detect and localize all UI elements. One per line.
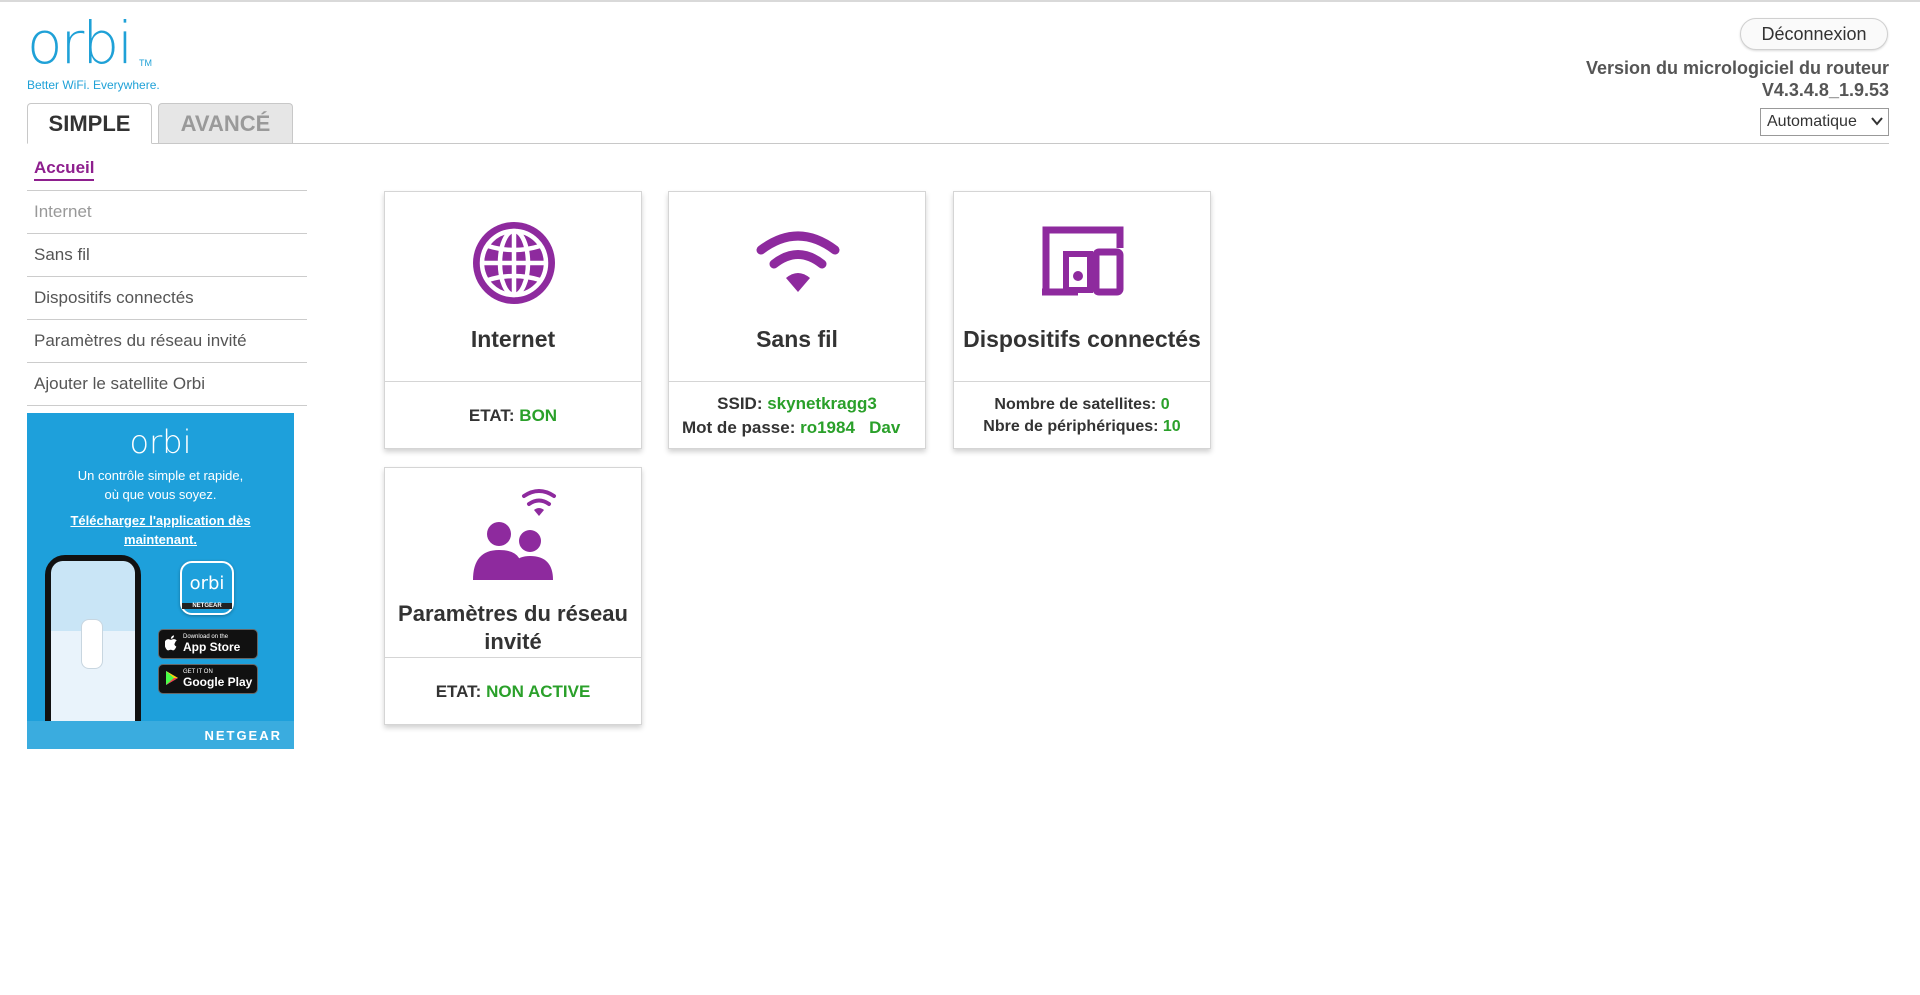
wifi-icon (753, 218, 843, 308)
card-status: ETAT: NON ACTIVE (385, 659, 641, 724)
google-play-label: Google Play (183, 675, 253, 689)
connected-devices-card[interactable]: Dispositifs connectés Nombre de satellit… (953, 191, 1211, 449)
globe-icon (469, 218, 559, 308)
promo-download-link[interactable]: Téléchargez l'application dès maintenant… (57, 511, 264, 549)
tab-advanced[interactable]: AVANCÉ (158, 103, 293, 143)
card-title-line: invité (484, 629, 542, 654)
top-border (0, 0, 1920, 2)
sidebar-nav: Accueil Internet Sans fil Dispositifs co… (27, 148, 307, 406)
mode-tabs: SIMPLE AVANCÉ (27, 103, 293, 144)
promo-text-line: où que vous soyez. (104, 487, 217, 502)
orbi-app-icon: orbi NETGEAR (180, 561, 234, 615)
language-select[interactable]: Automatique (1760, 108, 1889, 136)
satellites-value: 0 (1160, 395, 1170, 413)
sidebar-item-label: Ajouter le satellite Orbi (34, 374, 206, 393)
language-select-value: Automatique (1767, 113, 1857, 130)
status-row: ETAT: NON ACTIVE (436, 682, 591, 702)
wireless-card[interactable]: Sans fil SSID: skynetkragg3 Mot de passe… (668, 191, 926, 449)
play-store-icon (165, 670, 179, 689)
status-value: NON ACTIVE (486, 681, 591, 701)
card-status: Nombre de satellites: 0 Nbre de périphér… (954, 383, 1210, 448)
devices-label: Nbre de périphériques: (983, 417, 1159, 435)
logout-button[interactable]: Déconnexion (1740, 18, 1888, 50)
card-status: ETAT: BON (385, 383, 641, 448)
sidebar-item-guest-network[interactable]: Paramètres du réseau invité (27, 320, 307, 363)
guest-network-icon (469, 486, 559, 580)
password-row: Mot de passe: ro1984 Dav (682, 418, 912, 438)
card-status: SSID: skynetkragg3 Mot de passe: ro1984 … (669, 383, 925, 448)
status-value: BON (519, 405, 558, 425)
password-label: Mot de passe: (682, 417, 796, 437)
tab-divider (27, 143, 1889, 144)
internet-card[interactable]: Internet ETAT: BON (384, 191, 642, 449)
sidebar-item-wireless[interactable]: Sans fil (27, 234, 307, 277)
apple-icon (164, 634, 179, 654)
satellites-row: Nombre de satellites: 0 (994, 396, 1169, 414)
sidebar-item-label: Dispositifs connectés (34, 288, 194, 307)
logo-tagline: Better WiFi. Everywhere. (27, 78, 160, 92)
netgear-brand: NETGEAR (204, 728, 282, 743)
sidebar-item-label: Paramètres du réseau invité (34, 331, 247, 350)
app-store-button[interactable]: Download on the App Store (158, 629, 258, 659)
status-label: ETAT: (468, 405, 515, 425)
tab-simple[interactable]: SIMPLE (27, 103, 152, 144)
sidebar-item-connected-devices[interactable]: Dispositifs connectés (27, 277, 307, 320)
ssid-value: skynetkragg3 (767, 393, 877, 413)
ssid-label: SSID: (717, 393, 763, 413)
card-title: Paramètres du réseau invité (385, 600, 641, 656)
status-row: ETAT: BON (469, 406, 557, 426)
promo-logo: orbi (129, 423, 192, 461)
devices-value: 10 (1162, 417, 1181, 435)
satellites-label: Nombre de satellites: (994, 395, 1157, 413)
sidebar-item-add-satellite[interactable]: Ajouter le satellite Orbi (27, 363, 307, 406)
promo-text: Un contrôle simple et rapide, où que vou… (27, 466, 294, 504)
card-header: Paramètres du réseau invité (385, 468, 641, 658)
password-value: ro1984 Dav (800, 417, 901, 437)
phone-illustration (45, 555, 141, 749)
card-header: Dispositifs connectés (954, 192, 1210, 382)
sidebar-item-label: Sans fil (34, 245, 90, 264)
card-title: Dispositifs connectés (963, 326, 1201, 352)
guest-network-card[interactable]: Paramètres du réseau invité ETAT: NON AC… (384, 467, 642, 725)
sidebar-item-label: Accueil (34, 158, 95, 181)
sidebar-item-home[interactable]: Accueil (27, 148, 307, 191)
sidebar-item-internet[interactable]: Internet (27, 191, 307, 234)
app-icon-word: orbi (189, 573, 225, 594)
card-header: Sans fil (669, 192, 925, 382)
devices-row: Nbre de périphériques: 10 (983, 418, 1180, 436)
app-icon-brand: NETGEAR (182, 603, 232, 609)
promo-text-line: Un contrôle simple et rapide, (77, 468, 244, 483)
card-title: Internet (470, 326, 556, 352)
ssid-row: SSID: skynetkragg3 (717, 394, 877, 414)
logo-trademark: TM (139, 58, 152, 68)
card-header: Internet (385, 192, 641, 382)
chevron-down-icon (1870, 112, 1884, 133)
status-label: ETAT: (435, 681, 482, 701)
firmware-version: V4.3.4.8_1.9.53 (1761, 80, 1889, 100)
app-promo-banner[interactable]: orbi Un contrôle simple et rapide, où qu… (27, 413, 294, 749)
logo-wordmark: orbi (27, 9, 133, 77)
devices-icon (1038, 218, 1128, 308)
card-title-line: Paramètres du réseau (398, 601, 628, 626)
card-title: Sans fil (756, 326, 838, 352)
router-illustration (81, 619, 103, 669)
orbi-logo[interactable]: orbi TM Better WiFi. Everywhere. (27, 14, 187, 92)
google-play-button[interactable]: GET IT ON Google Play (158, 664, 258, 694)
sidebar-item-label: Internet (34, 202, 92, 221)
firmware-label: Version du micrologiciel du routeur (1585, 58, 1889, 78)
app-store-label: App Store (183, 640, 241, 654)
